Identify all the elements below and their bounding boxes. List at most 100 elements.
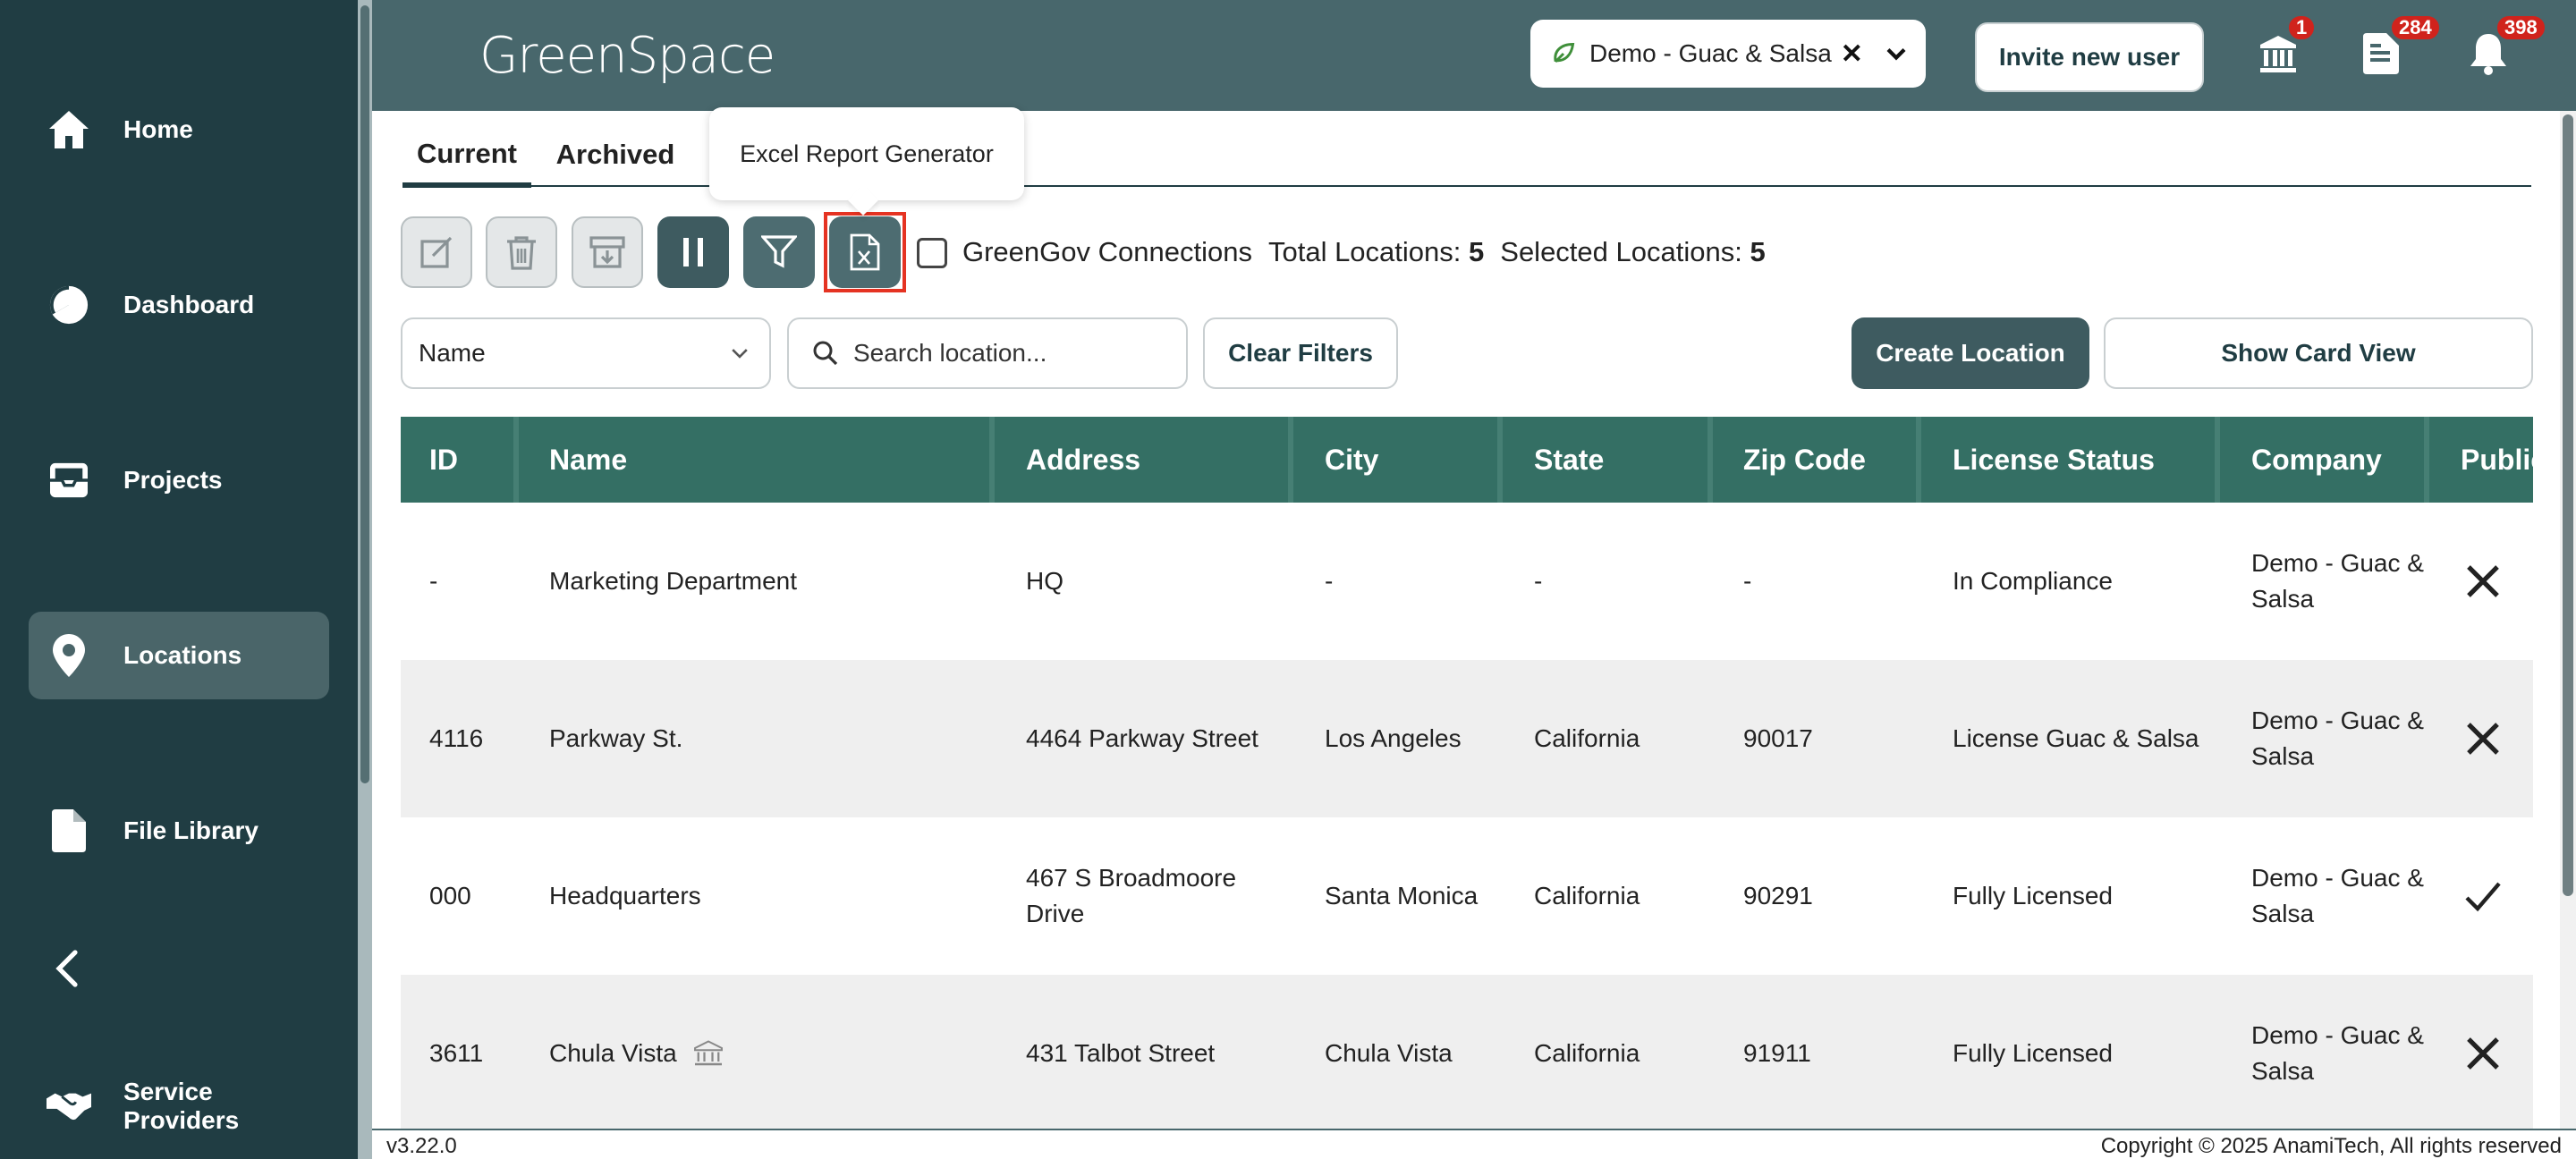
column-separator[interactable] — [1288, 417, 1293, 503]
column-separator[interactable] — [1707, 417, 1713, 503]
column-header-zip[interactable]: Zip Code — [1743, 417, 1866, 503]
sidebar-item-file-library[interactable]: File Library — [29, 787, 329, 875]
pie-chart-icon — [47, 283, 91, 327]
cell-name: Headquarters — [549, 882, 701, 909]
cell-state: California — [1534, 1039, 1640, 1067]
cell-zip: - — [1743, 567, 1752, 595]
column-header-state[interactable]: State — [1534, 417, 1604, 503]
file-icon — [47, 808, 91, 853]
column-separator[interactable] — [513, 417, 519, 503]
greengov-checkbox[interactable] — [917, 238, 947, 268]
edit-button[interactable] — [401, 216, 472, 288]
sort-by-select[interactable]: Name — [401, 317, 771, 389]
trash-icon — [507, 236, 536, 270]
column-header-license-status[interactable]: License Status — [1953, 417, 2155, 503]
sidebar-item-label: File Library — [123, 816, 258, 844]
table-row[interactable]: 3611 Chula Vista 431 Talbot Street Chula… — [401, 975, 2533, 1129]
column-separator[interactable] — [2424, 417, 2429, 503]
total-locations-label: Total Locations: — [1267, 236, 1462, 267]
greenspace-logo[interactable]: GreenSpace — [479, 20, 775, 91]
column-header-id[interactable]: ID — [429, 417, 458, 503]
table-row[interactable]: 4116 Parkway St. 4464 Parkway Street Los… — [401, 660, 2533, 817]
chevron-left-icon — [55, 950, 78, 987]
pause-button[interactable] — [657, 216, 729, 288]
leaf-icon — [1554, 42, 1575, 63]
selected-locations-label: Selected Locations: — [1500, 236, 1742, 267]
documents-button[interactable]: 284 — [2358, 14, 2441, 80]
cell-city: Los Angeles — [1325, 724, 1462, 752]
column-header-city[interactable]: City — [1325, 417, 1378, 503]
cell-company: Demo - Guac & Salsa — [2251, 549, 2424, 613]
home-icon — [47, 107, 91, 152]
company-select-value: Demo - Guac & Salsa — [1589, 39, 1832, 67]
toolbar-summary: GreenGov Connections Total Locations: 5 … — [962, 234, 1766, 270]
cell-name-text: Chula Vista — [549, 1039, 677, 1067]
column-separator[interactable] — [1916, 417, 1921, 503]
archive-button[interactable] — [572, 216, 643, 288]
cell-company: Demo - Guac & Salsa — [2251, 1021, 2424, 1085]
chevron-down-icon[interactable] — [1883, 40, 1910, 67]
documents-badge: 284 — [2390, 14, 2441, 41]
sidebar-item-label: Projects — [123, 466, 223, 494]
tooltip-text: Excel Report Generator — [740, 140, 994, 167]
excel-button-highlight — [824, 212, 906, 292]
sidebar-item-service-providers[interactable]: Service Providers — [29, 1062, 329, 1150]
sidebar-item-label: Home — [123, 115, 193, 143]
sidebar-scroll-thumb[interactable] — [360, 5, 369, 783]
cell-license-status: License Guac & Salsa — [1953, 724, 2199, 752]
cell-id: - — [429, 567, 438, 595]
sidebar-item-dashboard[interactable]: Dashboard — [29, 261, 329, 349]
column-separator[interactable] — [1497, 417, 1503, 503]
locations-table: ID Name Address City State Zip Code Lice… — [401, 417, 2533, 1129]
company-select[interactable]: Demo - Guac & Salsa ✕ — [1530, 20, 1926, 88]
main-scroll-thumb[interactable] — [2563, 114, 2573, 896]
cell-address: 431 Talbot Street — [1026, 1039, 1216, 1067]
sort-by-value: Name — [419, 339, 486, 367]
clear-filters-button[interactable]: Clear Filters — [1203, 317, 1398, 389]
delete-button[interactable] — [486, 216, 557, 288]
column-header-company[interactable]: Company — [2251, 417, 2382, 503]
sidebar: Home Dashboard Projects Locations File L… — [0, 0, 358, 1159]
column-separator[interactable] — [989, 417, 995, 503]
government-building-button[interactable]: 1 — [2255, 14, 2317, 80]
column-separator[interactable] — [2215, 417, 2220, 503]
copyright-text: Copyright © 2025 AnamiTech, All rights r… — [2100, 1134, 2562, 1158]
total-locations-value: 5 — [1469, 236, 1485, 267]
column-header-public[interactable]: Public — [2461, 417, 2533, 503]
sidebar-item-projects[interactable]: Projects — [29, 436, 329, 524]
column-header-address[interactable]: Address — [1026, 417, 1140, 503]
cell-name: Marketing Department — [549, 567, 798, 595]
cell-id: 3611 — [429, 1039, 484, 1067]
sidebar-item-home[interactable]: Home — [29, 86, 329, 173]
sidebar-item-locations[interactable]: Locations — [29, 612, 329, 699]
create-location-button[interactable]: Create Location — [1852, 317, 2089, 389]
cell-name: Parkway St. — [549, 724, 683, 752]
table-header: ID Name Address City State Zip Code Lice… — [401, 417, 2533, 503]
notifications-button[interactable]: 398 — [2465, 14, 2546, 80]
cell-state: - — [1534, 567, 1543, 595]
search-location-input[interactable] — [853, 339, 1175, 368]
sidebar-scrollbar[interactable] — [358, 0, 372, 1159]
cell-license-status: Fully Licensed — [1953, 1039, 2113, 1067]
cell-city: - — [1325, 567, 1334, 595]
table-row[interactable]: - Marketing Department HQ - - - In Compl… — [401, 503, 2533, 660]
clear-selection-icon[interactable]: ✕ — [1841, 38, 1863, 70]
filter-button[interactable] — [743, 216, 815, 288]
notifications-badge: 398 — [2496, 14, 2546, 41]
inbox-tray-icon — [47, 458, 91, 503]
tab-current[interactable]: Current — [402, 125, 531, 188]
cell-state: California — [1534, 724, 1640, 752]
show-card-view-button[interactable]: Show Card View — [2104, 317, 2533, 389]
main-scrollbar[interactable] — [2560, 111, 2576, 1129]
invite-user-button[interactable]: Invite new user — [1975, 22, 2204, 92]
search-location-box[interactable] — [787, 317, 1188, 389]
map-pin-icon — [47, 633, 91, 678]
handshake-icon — [47, 1084, 91, 1129]
greengov-label: GreenGov Connections — [962, 236, 1252, 267]
tab-archived[interactable]: Archived — [542, 125, 689, 184]
selected-locations-value: 5 — [1750, 236, 1766, 267]
table-row[interactable]: 000 Headquarters 467 S Broadmoore Drive … — [401, 817, 2533, 975]
sidebar-item-label: Locations — [123, 641, 242, 669]
column-header-name[interactable]: Name — [549, 417, 627, 503]
collapse-sidebar-button[interactable] — [45, 946, 89, 991]
